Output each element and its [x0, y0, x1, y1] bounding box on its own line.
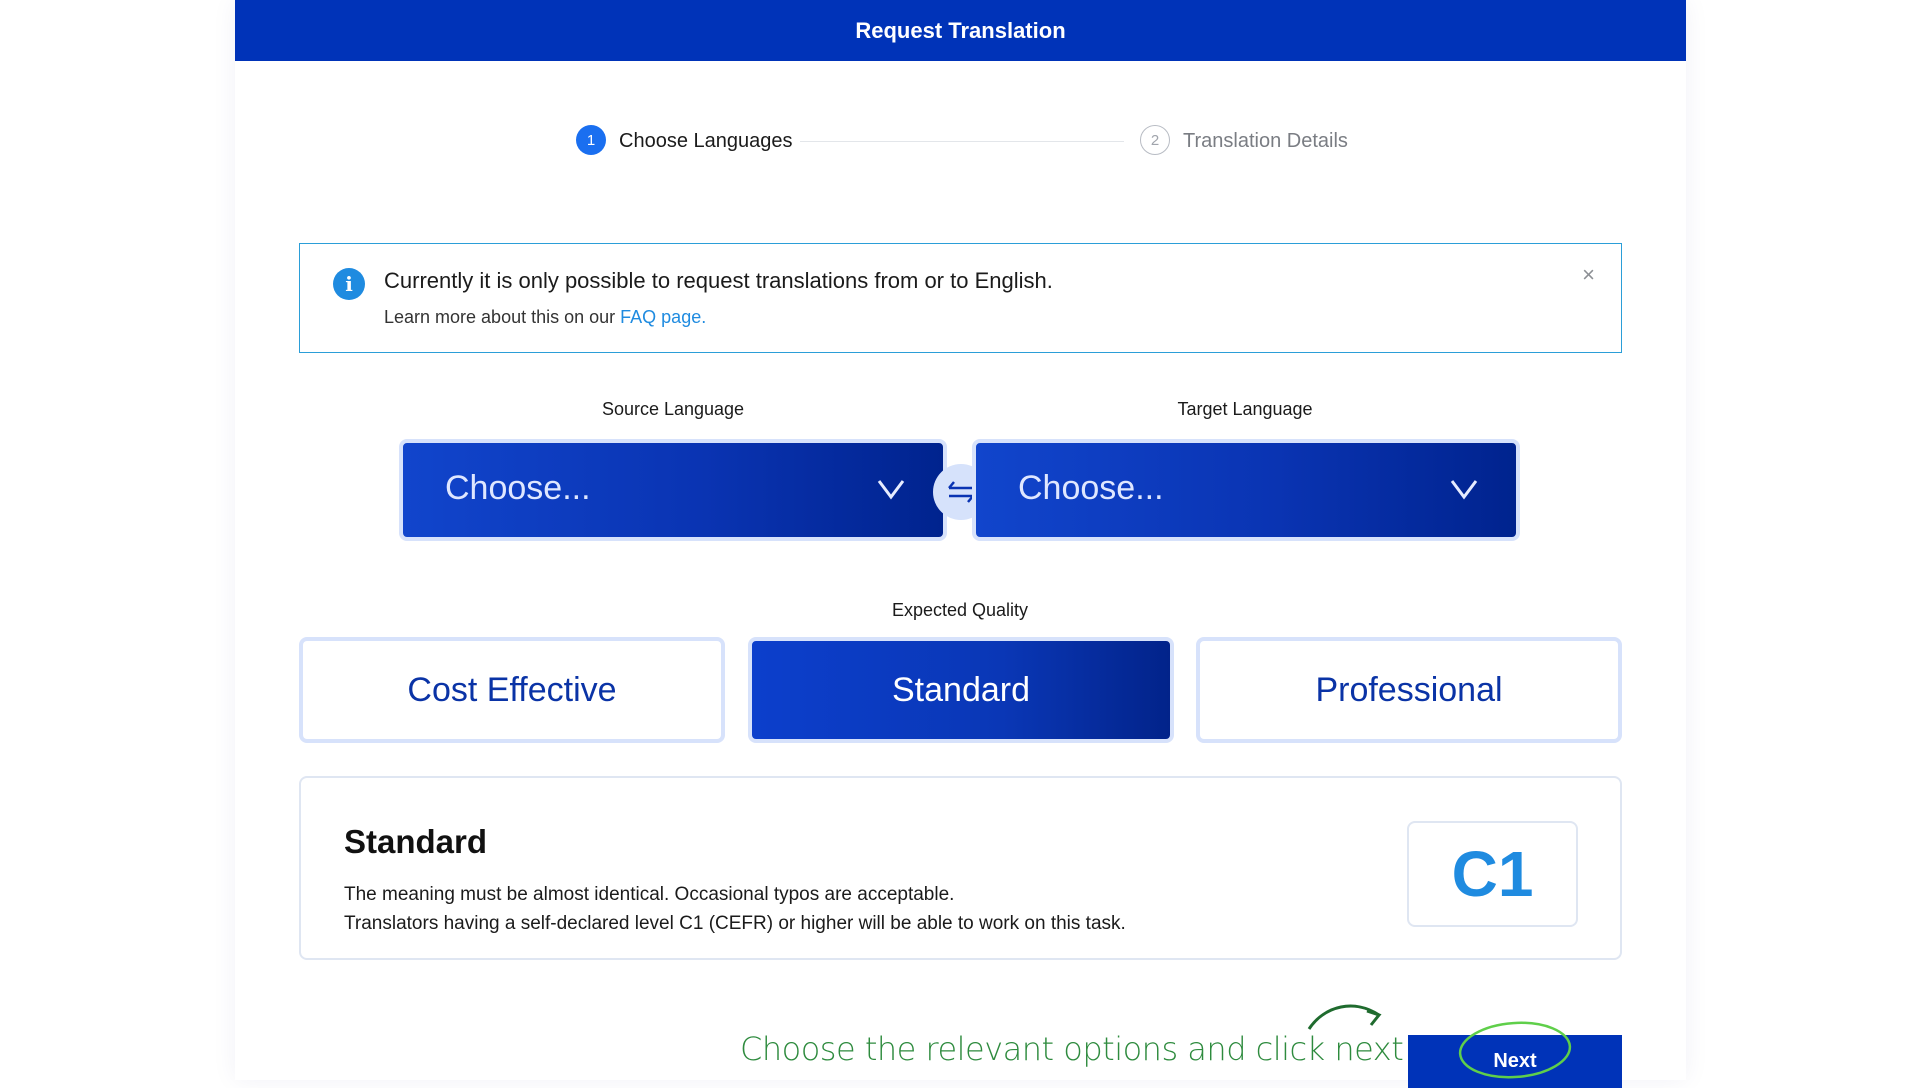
- dialog-title: Request Translation: [855, 17, 1066, 43]
- stepper: 1 Choose Languages 2 Translation Details: [235, 125, 1686, 159]
- quality-professional-button[interactable]: Professional: [1196, 637, 1622, 743]
- source-language-label: Source Language: [601, 399, 745, 419]
- dialog-header: Request Translation: [235, 0, 1686, 61]
- quality-cost-effective-button[interactable]: Cost Effective: [299, 637, 725, 743]
- chevron-down-icon: [877, 480, 905, 500]
- quality-description-card: Standard The meaning must be almost iden…: [299, 776, 1622, 960]
- request-translation-dialog: Request Translation 1 Choose Languages 2…: [235, 0, 1686, 1088]
- info-icon: i: [333, 268, 365, 300]
- annotation-arrow-icon: [1307, 1004, 1382, 1030]
- alert-subtext-prefix: Learn more about this on our: [384, 307, 621, 327]
- chevron-down-icon: [1450, 480, 1478, 500]
- quality-description-title: Standard: [344, 823, 488, 860]
- faq-link[interactable]: FAQ page.: [620, 307, 706, 327]
- target-language-label: Target Language: [1177, 399, 1313, 419]
- alert-message: Currently it is only possible to request…: [384, 268, 1053, 293]
- next-button-label: Next: [1493, 1050, 1537, 1072]
- quality-description-line-1: The meaning must be almost identical. Oc…: [344, 884, 955, 905]
- step-1-indicator: 1: [576, 125, 606, 155]
- source-language-value: Choose...: [445, 469, 591, 507]
- quality-standard-button[interactable]: Standard: [748, 637, 1174, 743]
- alert-subtext: Learn more about this on our FAQ page.: [384, 307, 706, 328]
- step-1-label: Choose Languages: [619, 130, 793, 152]
- close-icon[interactable]: ×: [1582, 262, 1595, 288]
- cefr-level-badge: C1: [1407, 821, 1578, 927]
- next-button[interactable]: Next: [1408, 1035, 1622, 1088]
- annotation-hint-text: Choose the relevant options and click ne…: [740, 1030, 1404, 1068]
- step-2-label: Translation Details: [1183, 130, 1348, 152]
- target-language-select[interactable]: Choose...: [972, 439, 1520, 541]
- info-alert: i Currently it is only possible to reque…: [299, 243, 1622, 353]
- expected-quality-label: Expected Quality: [891, 600, 1029, 620]
- source-language-select[interactable]: Choose...: [399, 439, 947, 541]
- step-2-indicator: 2: [1140, 125, 1170, 155]
- target-language-value: Choose...: [1018, 469, 1164, 507]
- step-connector: [800, 141, 1124, 142]
- quality-description-line-2: Translators having a self-declared level…: [344, 913, 1126, 934]
